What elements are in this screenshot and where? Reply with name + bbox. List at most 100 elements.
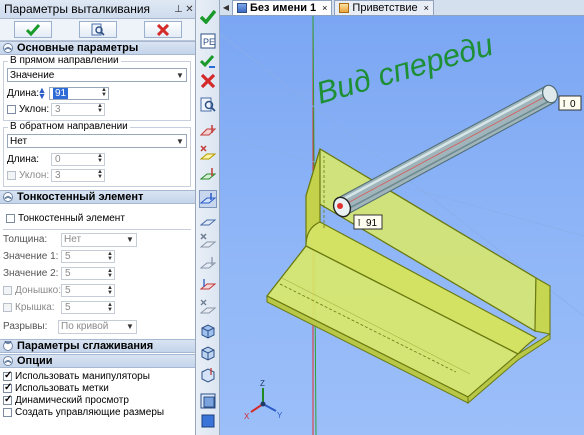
cube-icon (201, 346, 215, 361)
reverse-slope-field[interactable]: 3 ▲ ▼ (51, 168, 105, 182)
tool-remove-arrow[interactable] (199, 144, 217, 162)
x-plane-icon (200, 233, 216, 248)
option-item[interactable]: Создать управляющие размеры (0, 406, 195, 418)
x-plane-icon (200, 299, 216, 314)
bottom-label: Донышко: (14, 285, 61, 296)
spin-arrows-icon[interactable]: ▲ ▼ (96, 169, 104, 180)
option-label: Использовать метки (15, 382, 109, 394)
reverse-slope-value: 3 (55, 169, 61, 181)
close-icon[interactable]: ✕ (184, 4, 195, 15)
collapse-chevron-icon: ︽ (3, 43, 13, 53)
tool-plane-remove[interactable] (199, 232, 217, 250)
dimension-far[interactable]: Ī 0 (558, 95, 582, 111)
3d-viewport[interactable]: Вид спереди Ī 0 Ī 91 Z X Y (220, 16, 584, 435)
spin-arrows-icon[interactable]: ▲ ▼ (100, 87, 108, 98)
checkmark-icon (200, 10, 216, 24)
tool-direction[interactable] (199, 166, 217, 184)
lid-checkbox[interactable] (3, 303, 12, 312)
tool-cube-b[interactable] (199, 344, 217, 362)
option-item[interactable]: Динамический просмотр (0, 394, 195, 406)
thickness-label: Толщина: (3, 234, 48, 245)
properties-icon: PE (200, 33, 216, 49)
tab-label: Без имени 1 (250, 2, 317, 14)
forward-type-select[interactable]: Значение ▼ (7, 68, 187, 82)
tool-cube-a[interactable] (199, 322, 217, 340)
preview-icon (200, 97, 216, 112)
breaks-select[interactable]: По кривой ▼ (58, 319, 137, 334)
tab-scroll-left-icon[interactable]: ◀ (220, 3, 232, 12)
apply-button[interactable] (199, 8, 217, 26)
axis-x-label: X (244, 412, 250, 421)
pin-icon[interactable]: ⊥ (173, 4, 184, 15)
reverse-type-select[interactable]: Нет ▼ (7, 134, 187, 148)
forward-length-field[interactable]: 91 ▲ ▼ (49, 86, 109, 100)
tool-plane-a[interactable] (199, 212, 217, 230)
forward-length-value: 91 (53, 87, 69, 99)
option-item[interactable]: Использовать метки (0, 382, 195, 394)
tool-edge-up[interactable] (199, 122, 217, 140)
reverse-slope-label: Уклон: (19, 169, 50, 181)
options-title: Опции (17, 355, 53, 367)
option-label: Создать управляющие размеры (15, 406, 165, 418)
close-icon[interactable]: × (322, 3, 327, 13)
option-checkbox[interactable] (3, 407, 12, 417)
forward-slope-checkbox[interactable] (7, 104, 16, 114)
tool-plane-d[interactable] (199, 298, 217, 316)
plane-icon (200, 279, 216, 290)
thin-wall-header[interactable]: ︽ Тонкостенный элемент (0, 190, 195, 204)
start-point-marker (337, 203, 343, 209)
axis-triad-icon: Z X Y (244, 379, 283, 421)
tool-extrude-active[interactable] (199, 190, 217, 208)
document-tabs: ◀ Без имени 1 × Приветствие × (220, 0, 584, 16)
direction-arrows-icon[interactable]: ▲ ▼ (37, 86, 47, 101)
tool-plane-c[interactable] (199, 276, 217, 294)
bottom-checkbox[interactable] (3, 286, 12, 295)
tab-welcome[interactable]: Приветствие × (334, 0, 434, 15)
spin-arrows-icon[interactable]: ▲ ▼ (106, 251, 114, 262)
ok-button[interactable] (13, 21, 52, 38)
window-icon (200, 393, 216, 409)
close-icon[interactable]: × (424, 3, 429, 13)
dimension-near[interactable]: Ī 91 (353, 214, 383, 230)
forward-slope-field[interactable]: 3 ▲ ▼ (51, 102, 105, 116)
option-checkbox[interactable] (3, 394, 12, 405)
preview-toggle-button[interactable] (199, 96, 217, 114)
option-label: Динамический просмотр (15, 394, 129, 406)
value1-field[interactable]: 5 ▲ ▼ (61, 250, 115, 263)
spin-arrows-icon[interactable]: ▲ ▼ (96, 103, 104, 114)
tool-window[interactable] (199, 392, 217, 410)
reverse-slope-checkbox[interactable] (7, 170, 16, 180)
thickness-select[interactable]: Нет ▼ (61, 232, 137, 247)
bottom-field[interactable]: 5 ▲ ▼ (61, 284, 115, 297)
lid-field[interactable]: 5 ▲ ▼ (61, 301, 115, 314)
spin-arrows-icon[interactable]: ▲ ▼ (106, 302, 114, 313)
check-arrow-icon (200, 55, 215, 68)
thin-wall-checkbox[interactable] (6, 213, 15, 223)
option-checkbox[interactable] (3, 370, 12, 381)
tool-cube-c[interactable] (199, 366, 217, 384)
smoothing-header[interactable]: ︾ Параметры сглаживания (0, 339, 195, 353)
extrude-icon (200, 193, 216, 204)
properties-button[interactable]: PE (199, 32, 217, 50)
cancel-button[interactable] (143, 21, 182, 38)
scene[interactable]: Вид спереди Ī 0 Ī 91 Z X Y (220, 16, 584, 435)
preview-button[interactable] (78, 21, 117, 38)
option-item[interactable]: Использовать манипуляторы (0, 370, 195, 382)
main-params-header[interactable]: ︽ Основные параметры (0, 41, 195, 55)
option-checkbox[interactable] (3, 382, 12, 393)
svg-text:0: 0 (570, 99, 576, 110)
value2-field[interactable]: 5 ▲ ▼ (61, 267, 115, 280)
expand-chevron-icon: ︾ (3, 341, 13, 351)
options-header[interactable]: ︽ Опции (0, 354, 195, 368)
reverse-length-field[interactable]: 0 ▲ ▼ (51, 152, 105, 166)
tool-square[interactable] (199, 412, 217, 430)
spin-arrows-icon[interactable]: ▲ ▼ (106, 285, 114, 296)
bottom-value: 5 (65, 285, 71, 296)
spin-arrows-icon[interactable]: ▲ ▼ (106, 268, 114, 279)
cancel-command-button[interactable] (199, 72, 217, 90)
thin-wall-group: Тонкостенный элемент (3, 208, 191, 230)
tool-arrow-b[interactable] (199, 254, 217, 272)
spin-arrows-icon[interactable]: ▲ ▼ (96, 153, 104, 164)
apply-next-button[interactable] (199, 52, 217, 70)
tab-document[interactable]: Без имени 1 × (232, 0, 333, 15)
